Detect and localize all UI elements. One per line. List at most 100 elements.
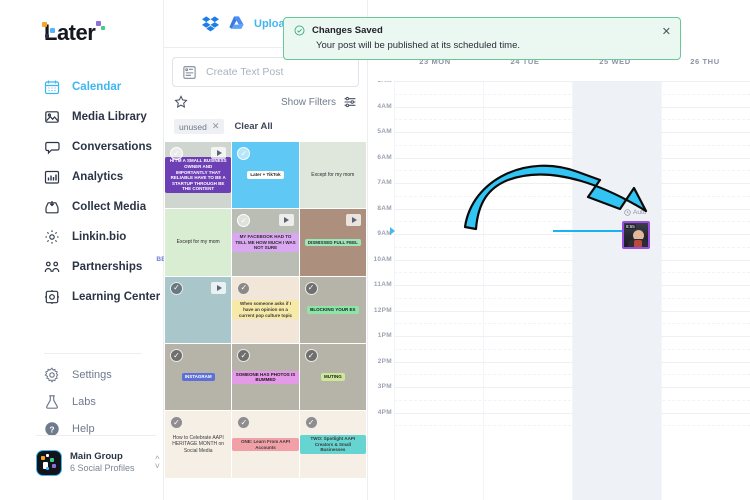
- sidebar-item-labs[interactable]: Labs: [0, 388, 164, 415]
- clear-all-button[interactable]: Clear All: [234, 121, 272, 132]
- sidebar-bottom-nav: Settings Labs ? Help Refer Suggestions: [0, 346, 164, 442]
- calendar-view: Today ‹ › May 23 – 29, 2022 23 MON24 TUE…: [368, 0, 750, 500]
- auto-publish-label: Auto: [624, 209, 646, 216]
- create-text-post-input[interactable]: Create Text Post: [172, 57, 359, 87]
- sidebar-item-label: Settings: [72, 368, 112, 381]
- calendar-hour-row: 5AM: [368, 128, 750, 158]
- media-tile[interactable]: SOMEONE HAS PHOTOS IS BUMMED ✓: [232, 344, 299, 411]
- close-icon[interactable]: ✕: [212, 122, 220, 131]
- calendar-hour-line: [394, 259, 750, 261]
- inbox-download-icon: [45, 201, 59, 214]
- google-drive-icon[interactable]: [228, 15, 245, 32]
- media-tile[interactable]: How to Celebrate AAPI HERITAGE MONTH on …: [165, 411, 232, 478]
- media-tile-caption: Except for my mom: [311, 172, 355, 179]
- filter-row: Show Filters: [174, 87, 357, 117]
- media-tile-caption: MUTING: [320, 373, 345, 382]
- scheduled-post-event[interactable]: 8:55: [622, 221, 650, 249]
- current-time-marker: [390, 227, 395, 235]
- sidebar-item-partnerships[interactable]: Partnerships BETA: [0, 252, 174, 282]
- close-icon[interactable]: ✕: [662, 27, 671, 38]
- calendar-half-hour-line: [394, 272, 750, 274]
- text-post-icon: [183, 65, 196, 79]
- calendar-day-header: 23 MON: [419, 57, 451, 66]
- dropbox-icon[interactable]: [202, 15, 219, 32]
- media-tile[interactable]: BLOCKING YOUR EX ✓: [299, 276, 366, 344]
- check-icon[interactable]: ✓: [170, 281, 183, 295]
- check-icon[interactable]: ✓: [170, 349, 183, 363]
- media-tile[interactable]: TWO: Spotlight AAPI Creators & Small Bus…: [299, 411, 366, 478]
- check-icon[interactable]: ✓: [170, 147, 183, 160]
- calendar-hour-line: [394, 310, 750, 312]
- calendar-hour-label: 4PM: [377, 408, 392, 416]
- video-play-icon: [346, 214, 361, 227]
- sidebar-item-conversations[interactable]: Conversations: [0, 132, 163, 162]
- calendar-grid: 3AM 4AM 5AM 6AM 7AM 8AM 9AM 10AM 11AM 12PM 1PM 2PM 3…: [368, 81, 750, 500]
- sidebar-item-label: Calendar: [72, 81, 122, 93]
- people-icon: [44, 261, 60, 273]
- sidebar-item-learning-center[interactable]: Learning Center: [0, 282, 163, 312]
- sidebar-item-calendar[interactable]: Calendar: [0, 72, 163, 102]
- media-tile[interactable]: MUTING ✓: [299, 344, 366, 411]
- media-tile-caption: ONE: Learn From AAPI Accounts: [232, 437, 299, 452]
- graduation-icon: [45, 290, 59, 304]
- calendar-hour-row: 10AM: [368, 256, 750, 286]
- calendar-hour-label: 11AM: [373, 281, 392, 288]
- calendar-hour-line: [394, 106, 750, 108]
- later-app-window: Later Calendar Media Library Conversatio…: [0, 0, 750, 500]
- show-filters-button[interactable]: Show Filters: [281, 97, 336, 108]
- sidebar-item-analytics[interactable]: Analytics: [0, 162, 163, 192]
- check-icon[interactable]: ✓: [237, 281, 251, 295]
- check-icon[interactable]: ✓: [304, 416, 318, 430]
- filter-sliders-icon[interactable]: [343, 95, 357, 109]
- media-tile[interactable]: When someone asks if I have an opinion o…: [232, 276, 299, 344]
- media-grid: HI I'M A SMALL BUSINESS OWNER AND IMPORT…: [164, 142, 367, 478]
- calendar-half-hour-line: [394, 195, 750, 197]
- sidebar-item-help[interactable]: ? Help: [0, 415, 164, 442]
- calendar-hour-row: 4PM: [368, 409, 750, 439]
- calendar-icon: [44, 80, 60, 95]
- media-library-panel: Upload Create Text Post Show Filters unu…: [164, 0, 368, 500]
- media-tile[interactable]: HI I'M A SMALL BUSINESS OWNER AND IMPORT…: [165, 142, 232, 209]
- calendar-body[interactable]: 3AM 4AM 5AM 6AM 7AM 8AM 9AM 10AM 11AM 12PM 1PM 2PM 3…: [368, 81, 750, 500]
- sidebar: Later Calendar Media Library Conversatio…: [0, 0, 174, 500]
- sidebar-item-label: Linkin.bio: [72, 231, 127, 243]
- calendar-half-hour-line: [394, 374, 750, 376]
- star-icon[interactable]: [174, 95, 188, 109]
- calendar-hour-line: [394, 157, 750, 159]
- chevron-updown-icon[interactable]: ^ ˅: [155, 455, 160, 471]
- filter-chip[interactable]: unused ✕: [174, 119, 225, 134]
- calendar-half-hour-line: [394, 297, 750, 299]
- media-tile-caption: TWO: Spotlight AAPI Creators & Small Bus…: [299, 435, 366, 454]
- calendar-hour-label: 7AM: [377, 179, 392, 186]
- media-tile[interactable]: Except for my mom: [165, 209, 232, 276]
- check-icon[interactable]: ✓: [304, 349, 318, 363]
- calendar-hour-label: 4AM: [377, 102, 392, 110]
- sidebar-item-label: Collect Media: [72, 201, 147, 213]
- calendar-half-hour-line: [394, 348, 750, 350]
- media-tile[interactable]: ✓: [165, 276, 232, 344]
- sidebar-item-linkinbio[interactable]: Linkin.bio: [0, 222, 163, 252]
- media-tile[interactable]: DISMISSED FULL FEEL: [299, 209, 366, 276]
- sidebar-item-collect-media[interactable]: Collect Media: [0, 192, 163, 222]
- media-tile-content: Except for my mom: [300, 142, 366, 208]
- media-tile[interactable]: Except for my mom: [299, 142, 366, 209]
- calendar-half-hour-line: [394, 399, 750, 401]
- check-circle-icon: [294, 25, 305, 36]
- account-switcher[interactable]: Main Group 6 Social Profiles ^ ˅: [36, 446, 160, 480]
- video-play-icon: [211, 281, 227, 294]
- calendar-hour-row: 7AM: [368, 179, 750, 209]
- media-tile[interactable]: MY FACEBOOK HAD TO TELL ME HOW MUCH I WA…: [232, 209, 299, 276]
- media-tile[interactable]: Later + TikTok ✓: [232, 142, 299, 209]
- sidebar-item-media-library[interactable]: Media Library: [0, 102, 163, 132]
- sidebar-item-label: Conversations: [72, 141, 152, 153]
- media-tile[interactable]: INSTAGRAM ✓: [165, 344, 232, 411]
- media-tile[interactable]: ONE: Learn From AAPI Accounts ✓: [232, 411, 299, 478]
- later-logo[interactable]: Later: [0, 18, 163, 62]
- check-icon[interactable]: ✓: [304, 281, 318, 295]
- media-tile-caption: MY FACEBOOK HAD TO TELL ME HOW MUCH I WA…: [232, 233, 299, 252]
- calendar-half-hour-line: [394, 246, 750, 248]
- media-tile-caption: When someone asks if I have an opinion o…: [232, 300, 299, 320]
- image-icon: [45, 111, 59, 123]
- sidebar-item-settings[interactable]: Settings: [0, 361, 164, 388]
- calendar-half-hour-line: [394, 425, 750, 427]
